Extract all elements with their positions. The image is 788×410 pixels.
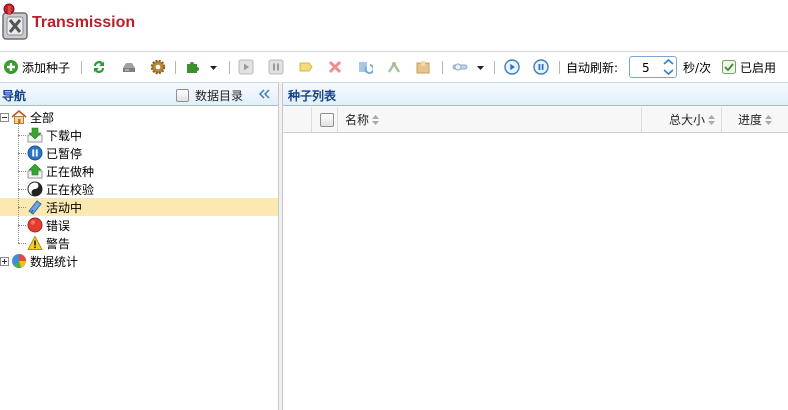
data-dir-label: 数据目录 (195, 89, 244, 103)
tree-item-label: 活动中 (46, 200, 83, 215)
pause-button[interactable] (268, 57, 284, 77)
auto-refresh-label: 自动刷新: (566, 60, 619, 75)
label-button[interactable] (298, 57, 314, 77)
delete-icon (328, 60, 342, 74)
activity-icon (28, 200, 42, 215)
add-icon (4, 60, 18, 74)
download-icon (27, 127, 43, 143)
play-icon (238, 59, 254, 75)
tree-item-error[interactable]: 错误 (27, 216, 70, 234)
warning-icon (27, 235, 43, 250)
torrent-table-header: 名称 总大小 进度 (283, 107, 788, 133)
column-name-label: 名称 (345, 113, 370, 127)
sort-icon (708, 114, 716, 125)
interval-unit-label: 秒/次 (683, 60, 712, 75)
reannounce-icon (387, 61, 401, 73)
tree-item-statistics[interactable]: 数据统计 (0, 252, 78, 270)
data-dir-toggle[interactable]: 数据目录 (176, 87, 243, 104)
add-torrent-label: 添加种子 (22, 60, 71, 75)
pie-chart-icon (12, 254, 26, 269)
tree-item-all[interactable]: 全部 (0, 108, 54, 126)
select-all-checkbox[interactable] (320, 107, 334, 132)
tree-item-label: 警告 (46, 236, 71, 251)
auto-refresh-enabled-checkbox[interactable]: 已启用 (722, 57, 776, 77)
box-icon (416, 61, 430, 74)
tree-item-label: 全部 (30, 110, 55, 125)
speed-icon (452, 63, 468, 71)
error-icon (27, 217, 43, 233)
home-icon (11, 109, 27, 124)
torrent-list-header: 种子列表 (283, 82, 788, 106)
sort-icon (372, 114, 380, 125)
recheck-button[interactable] (357, 57, 373, 77)
column-progress[interactable]: 进度 (738, 107, 773, 132)
enabled-label: 已启用 (740, 60, 777, 75)
tree-item-label: 错误 (46, 218, 71, 233)
tree-item-active[interactable]: 活动中 (27, 198, 82, 216)
move-button[interactable] (415, 57, 431, 77)
pause-icon (27, 145, 43, 161)
data-dir-checkbox[interactable] (176, 89, 189, 102)
tree-item-label: 已暂停 (46, 146, 83, 161)
refresh-button[interactable] (91, 57, 107, 77)
nav-panel-header: 导航 数据目录 (0, 82, 278, 106)
refresh-interval-spinner[interactable]: 5 (629, 56, 677, 78)
speed-limit-button[interactable] (452, 57, 485, 77)
expand-toggle-icon[interactable] (0, 256, 9, 266)
tag-icon (299, 62, 313, 72)
column-size-label: 总大小 (669, 113, 706, 127)
tree-item-seeding[interactable]: 正在做种 (27, 162, 94, 180)
tree-item-downloading[interactable]: 下载中 (27, 126, 82, 144)
recheck-icon (359, 62, 373, 74)
upload-icon (27, 163, 43, 179)
pause-icon (268, 59, 284, 75)
reannounce-button[interactable] (386, 57, 402, 77)
nav-title: 导航 (2, 89, 27, 103)
server-icon (123, 63, 135, 72)
start-button[interactable] (238, 57, 254, 77)
chevron-down-icon (477, 65, 484, 70)
server-button[interactable] (121, 57, 137, 77)
tree-item-label: 正在校验 (46, 182, 95, 197)
refresh-icon (94, 61, 104, 73)
yin-yang-icon (27, 181, 43, 197)
settings-button[interactable] (150, 57, 166, 77)
column-progress-label: 进度 (738, 113, 763, 127)
play-circle-icon (504, 59, 520, 75)
collapse-panel-icon[interactable] (258, 88, 271, 100)
transmission-logo-icon (2, 3, 28, 40)
torrent-list-title: 种子列表 (288, 89, 337, 103)
remove-button[interactable] (327, 57, 343, 77)
toolbar: 添加种子 自动刷新: 5 秒/次 已启用 (0, 51, 788, 82)
tree-item-paused[interactable]: 已暂停 (27, 144, 82, 162)
tree-item-checking[interactable]: 正在校验 (27, 180, 94, 198)
app-header: Transmission (0, 0, 788, 50)
nav-tree: 全部 下载中 已暂停 正在做种 正在校验 活动中 错误 警告 数据统计 (0, 106, 278, 410)
refresh-interval-value: 5 (642, 61, 650, 75)
pause-circle-icon (533, 59, 549, 75)
sort-icon (765, 114, 773, 125)
column-size[interactable]: 总大小 (669, 107, 716, 132)
chevron-down-icon (210, 65, 217, 70)
spinner-arrows-icon[interactable] (662, 57, 675, 77)
column-name[interactable]: 名称 (345, 107, 380, 132)
puzzle-icon (187, 62, 199, 73)
pause-all-button[interactable] (533, 57, 549, 77)
gear-icon (150, 59, 166, 75)
app-title: Transmission (32, 14, 136, 31)
tree-item-warning[interactable]: 警告 (27, 234, 70, 252)
checkbox-checked-icon (722, 60, 736, 74)
collapse-toggle-icon[interactable] (0, 112, 9, 122)
torrent-list-body[interactable] (283, 133, 788, 410)
tree-item-label: 正在做种 (46, 164, 95, 179)
start-all-button[interactable] (504, 57, 520, 77)
tree-item-label: 下载中 (46, 128, 83, 143)
plugin-menu-button[interactable] (185, 57, 218, 77)
add-torrent-button[interactable]: 添加种子 (3, 57, 70, 77)
tree-item-label: 数据统计 (30, 254, 79, 269)
